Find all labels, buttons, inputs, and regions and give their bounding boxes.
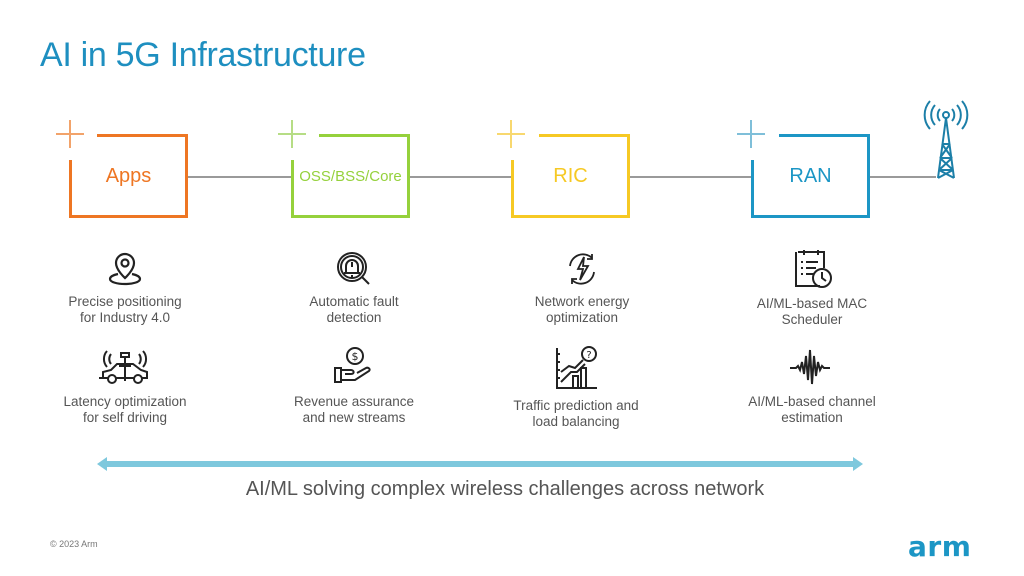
use-case-label: Latency optimization for self driving — [63, 394, 187, 425]
use-case: ? Traffic prediction and load balancing — [476, 344, 676, 430]
waveform-icon — [790, 349, 830, 385]
arm-logo: arm — [908, 530, 972, 563]
connector-line — [188, 176, 293, 178]
stage-ran: RAN — [751, 134, 870, 218]
use-case: Automatic fault detection — [254, 250, 454, 326]
traffic-chart-icon: ? — [556, 346, 597, 389]
use-case: AI/ML-based MAC Scheduler — [712, 248, 912, 328]
use-case: Network energy optimization — [482, 250, 682, 326]
plus-icon — [56, 120, 84, 148]
use-case-label: Traffic prediction and load balancing — [513, 398, 639, 429]
plus-icon — [278, 120, 306, 148]
alarm-search-icon — [337, 252, 370, 285]
use-case: Precise positioning for Industry 4.0 — [25, 250, 225, 326]
use-case-label: Revenue assurance and new streams — [293, 394, 415, 425]
self-driving-car-icon — [99, 350, 148, 384]
use-case-label: AI/ML-based MAC Scheduler — [756, 296, 868, 327]
copyright: © 2023 Arm — [50, 539, 98, 549]
money-hand-icon: $ — [334, 347, 371, 383]
energy-cycle-icon — [569, 253, 595, 285]
use-case-label: AI/ML-based channel estimation — [748, 394, 876, 425]
caption: AI/ML solving complex wireless challenge… — [245, 478, 765, 500]
location-pin-icon — [108, 252, 142, 286]
stage-label: RIC — [553, 164, 588, 187]
stage-label: Apps — [105, 164, 152, 187]
connector-line — [410, 176, 513, 178]
slide-title: AI in 5G Infrastructure — [40, 36, 366, 74]
svg-text:$: $ — [352, 350, 359, 363]
connector-line — [630, 176, 753, 178]
use-case: $ Revenue assurance and new streams — [254, 346, 454, 426]
schedule-clipboard-icon — [795, 250, 832, 288]
stage-label: OSS/BSS/Core — [299, 167, 402, 185]
use-case: Latency optimization for self driving — [25, 348, 225, 426]
stage-oss-bss-core: OSS/BSS/Core — [291, 134, 410, 218]
stage-label: RAN — [789, 164, 832, 187]
use-case: AI/ML-based channel estimation — [712, 346, 912, 426]
svg-text:?: ? — [586, 350, 591, 361]
double-arrow — [97, 457, 863, 471]
stage-ric: RIC — [511, 134, 630, 218]
use-case-label: Network energy optimization — [534, 294, 630, 325]
plus-icon — [497, 120, 525, 148]
use-case-label: Automatic fault detection — [309, 294, 399, 325]
plus-icon — [737, 120, 765, 148]
cell-tower-icon — [923, 100, 969, 179]
use-case-label: Precise positioning for Industry 4.0 — [68, 294, 182, 325]
stage-apps: Apps — [69, 134, 188, 218]
